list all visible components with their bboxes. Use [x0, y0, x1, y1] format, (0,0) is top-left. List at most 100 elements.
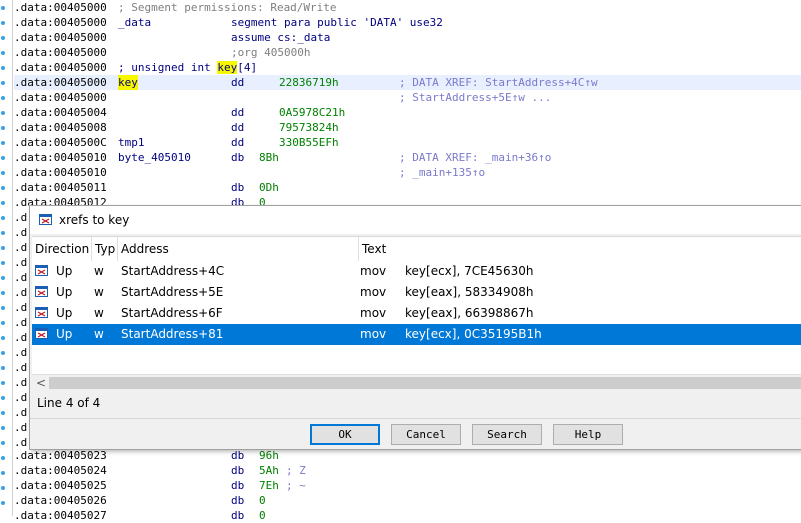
column-header-type[interactable]: Typ — [92, 237, 118, 261]
listing-line-partial: .d — [14, 286, 28, 299]
listing-line[interactable]: .data:00405004 dd 0A5978C21h — [14, 105, 801, 120]
ok-button[interactable]: OK — [310, 424, 380, 445]
line-mnemonic: db — [231, 449, 245, 462]
line-mnemonic: segment para public 'DATA' use32 — [231, 16, 443, 29]
listing-line[interactable]: .data:00405024 db 5Ah ; Z — [14, 463, 801, 478]
line-operand[interactable]: 7Eh — [259, 478, 279, 493]
line-address: .data:00405011 — [14, 181, 107, 194]
line-mnemonic: db — [231, 494, 245, 507]
line-operand[interactable]: 79573824h — [279, 120, 339, 135]
gutter-dot-icon — [1, 216, 5, 220]
gutter-dot-icon — [1, 231, 5, 235]
xrefs-dialog: xrefs to key Direction Typ Address Text … — [29, 205, 801, 450]
listing-line[interactable]: .data:00405000 ;org 405000h — [14, 45, 801, 60]
line-label[interactable]: tmp1 — [118, 135, 145, 150]
line-operand[interactable]: 8Bh — [259, 150, 279, 165]
listing-line-partial: .d — [14, 346, 28, 359]
line-label[interactable]: _data — [118, 15, 151, 30]
xref-address: StartAddress+4C — [121, 264, 225, 278]
line-operand[interactable]: 0Dh — [259, 180, 279, 195]
gutter-dot-icon — [1, 306, 5, 310]
xref-type: w — [94, 306, 104, 320]
listing-line-partial: .d — [14, 226, 28, 239]
gutter-dot-icon — [1, 396, 5, 400]
gutter-dot-icon — [1, 486, 5, 490]
line-operand[interactable]: 22836719h — [279, 75, 339, 90]
line-operand[interactable]: 5Ah — [259, 463, 279, 478]
listing-line-partial: .d — [14, 316, 28, 329]
listing-line[interactable]: .data:00405011 db 0Dh — [14, 180, 801, 195]
xref-row-icon — [35, 286, 48, 297]
listing-line-partial: .d — [14, 391, 28, 404]
xref-row[interactable]: Up w StartAddress+5E mov key[eax], 58334908h — [32, 282, 801, 303]
xref-operand: key[eax], 58334908h — [405, 285, 534, 299]
gutter-dot-icon — [1, 6, 5, 10]
gutter-dot-icon — [1, 501, 5, 505]
scroll-left-icon[interactable]: < — [36, 375, 46, 392]
xref-operand: key[eax], 66398867h — [405, 306, 534, 320]
horizontal-scrollbar[interactable]: < — [32, 374, 801, 392]
cancel-button[interactable]: Cancel — [391, 424, 461, 445]
line-comment: ; StartAddress+5E↑w ... — [399, 91, 552, 104]
gutter-dot-icon — [1, 261, 5, 265]
listing-line[interactable]: .data:00405010 ; _main+135↑o — [14, 165, 801, 180]
listing-line-partial: .d — [14, 331, 28, 344]
line-label[interactable]: byte_405010 — [118, 150, 191, 165]
line-mnemonic: db — [231, 181, 245, 194]
xref-row[interactable]: Up w StartAddress+81 mov key[ecx], 0C35195B1… — [32, 324, 801, 345]
xref-row[interactable]: Up w StartAddress+6F mov key[eax], 66398867h — [32, 303, 801, 324]
line-comment[interactable]: ; unsigned int key[4] — [118, 60, 257, 75]
gutter-dot-icon — [1, 411, 5, 415]
line-mnemonic: db — [231, 151, 245, 164]
line-address: .data:00405000 — [14, 91, 107, 104]
line-address: .data:00405026 — [14, 494, 107, 507]
listing-line[interactable]: .data:00405000 ; StartAddress+5E↑w ... — [14, 90, 801, 105]
listing-line-partial: .d — [14, 361, 28, 374]
line-comment: ; Z — [286, 464, 306, 477]
dialog-titlebar[interactable]: xrefs to key — [30, 206, 801, 234]
line-operand[interactable]: 0 — [259, 493, 266, 508]
listing-line[interactable]: .data:00405008 dd 79573824h — [14, 120, 801, 135]
line-address: .data:00405000 — [14, 61, 107, 74]
help-button[interactable]: Help — [553, 424, 623, 445]
line-address: .data:00405004 — [14, 106, 107, 119]
listing-line[interactable]: .data:00405026 db 0 — [14, 493, 801, 508]
listing-line[interactable]: .data:00405000 key dd 22836719h ; DATA XREF:… — [14, 75, 801, 90]
listing-line[interactable]: .data:0040500C tmp1 dd 330B55EFh — [14, 135, 801, 150]
line-mnemonic: dd — [231, 76, 245, 89]
line-operand[interactable]: 0A5978C21h — [279, 105, 345, 120]
listing-line[interactable]: .data:00405000 ; Segment permissions: Rea… — [14, 0, 801, 15]
button-bar-divider — [30, 418, 801, 419]
xref-direction: Up — [56, 285, 73, 299]
column-header-address[interactable]: Address — [118, 237, 359, 261]
line-mnemonic: ;org 405000h — [231, 46, 311, 59]
line-label[interactable]: key — [118, 75, 138, 90]
line-mnemonic: assume cs:_data — [231, 31, 331, 44]
column-header-text[interactable]: Text — [359, 237, 801, 261]
scrollbar-thumb[interactable] — [49, 377, 801, 389]
listing-line[interactable]: .data:00405000 _data segment para public '… — [14, 15, 801, 30]
search-button[interactable]: Search — [472, 424, 542, 445]
xref-row[interactable]: Up w StartAddress+4C mov key[ecx], 7CE45630h — [32, 261, 801, 282]
line-operand[interactable]: 96h — [259, 448, 279, 463]
listing-line[interactable]: .data:00405000 assume cs:_data — [14, 30, 801, 45]
xref-address: StartAddress+81 — [121, 327, 224, 341]
listing-line[interactable]: .data:00405000 ; unsigned int key[4] — [14, 60, 801, 75]
gutter-separator — [12, 0, 13, 516]
gutter-dot-icon — [1, 66, 5, 70]
column-header-direction[interactable]: Direction — [32, 237, 92, 261]
gutter-dot-icon — [1, 426, 5, 430]
line-address: .data:00405010 — [14, 166, 107, 179]
line-operand[interactable]: 330B55EFh — [279, 135, 339, 150]
listing-line[interactable]: .data:00405025 db 7Eh ; ~ — [14, 478, 801, 493]
listing-line[interactable]: .data:00405010 byte_405010 db 8Bh ; DATA XRE… — [14, 150, 801, 165]
xref-table[interactable]: Direction Typ Address Text Up w StartAddre… — [32, 236, 801, 392]
gutter-dot-icon — [1, 336, 5, 340]
line-address: .data:00405023 — [14, 449, 107, 462]
line-address: .data:00405008 — [14, 121, 107, 134]
gutter-dot-icon — [1, 171, 5, 175]
highlighted-identifier: key — [217, 61, 238, 74]
arrow-gutter — [0, 0, 13, 516]
xref-type: w — [94, 327, 104, 341]
listing-line[interactable]: .data:00405023 db 96h — [14, 448, 801, 463]
